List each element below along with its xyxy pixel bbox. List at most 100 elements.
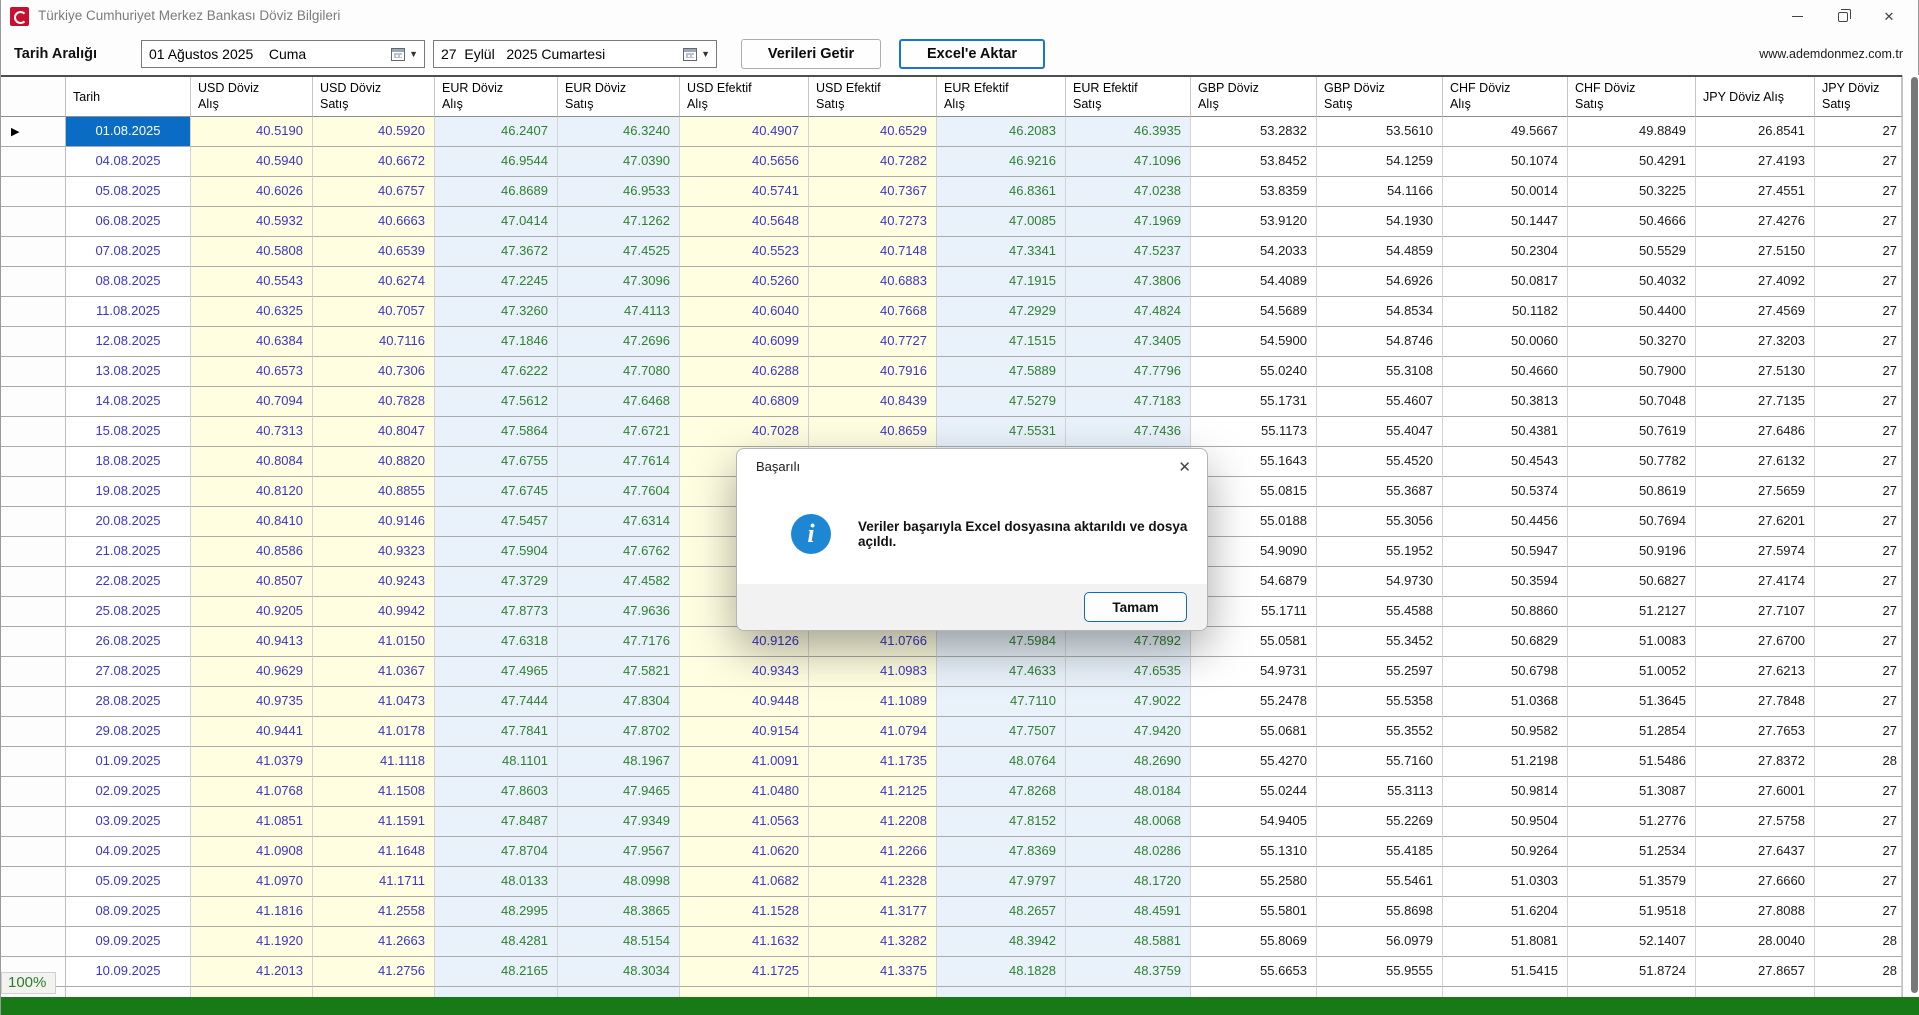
cell-usd_a[interactable]: 40.9441 — [191, 717, 313, 747]
cell-date[interactable]: 19.08.2025 — [66, 477, 191, 507]
cell-jpy_a[interactable]: 27.6132 — [1696, 447, 1815, 477]
cell-jpy_s[interactable]: 27 — [1815, 867, 1902, 897]
cell-usd_a[interactable]: 40.6384 — [191, 327, 313, 357]
cell-date[interactable]: 25.08.2025 — [66, 597, 191, 627]
cell-date[interactable]: 07.08.2025 — [66, 237, 191, 267]
cell-gbp_s[interactable]: 54.8746 — [1317, 327, 1443, 357]
cell-gbp_a[interactable]: 55.6653 — [1191, 957, 1317, 987]
cell-chf_a[interactable]: 51.0368 — [1443, 687, 1568, 717]
row-selector[interactable] — [1, 387, 66, 417]
cell-jpy_a[interactable]: 26.8541 — [1696, 117, 1815, 147]
cell-gbp_a[interactable]: 55.1173 — [1191, 417, 1317, 447]
cell-gbp_s[interactable]: 54.4859 — [1317, 237, 1443, 267]
row-selector[interactable] — [1, 567, 66, 597]
cell-chf_s[interactable]: 50.4400 — [1568, 297, 1696, 327]
col-header-usd_s[interactable]: USD DövizSatış — [313, 77, 435, 117]
cell-usd_ef_s[interactable]: 40.7367 — [809, 177, 937, 207]
row-selector[interactable] — [1, 327, 66, 357]
cell-eur_s[interactable]: 47.9465 — [558, 777, 680, 807]
cell-gbp_a[interactable]: 54.9731 — [1191, 657, 1317, 687]
cell-eur_ef_a[interactable]: 46.8361 — [937, 177, 1066, 207]
col-header-jpy_a[interactable]: JPY Döviz Alış — [1696, 77, 1815, 117]
cell-jpy_s[interactable]: 27 — [1815, 177, 1902, 207]
cell-eur_a[interactable]: 47.8773 — [435, 597, 558, 627]
cell-date[interactable] — [66, 987, 191, 997]
cell-gbp_a[interactable]: 55.0681 — [1191, 717, 1317, 747]
cell-gbp_s[interactable]: 55.3056 — [1317, 507, 1443, 537]
cell-eur_s[interactable]: 47.6314 — [558, 507, 680, 537]
cell-date[interactable]: 08.08.2025 — [66, 267, 191, 297]
cell-usd_ef_a[interactable]: 41.1725 — [680, 957, 809, 987]
cell-jpy_a[interactable]: 27.4551 — [1696, 177, 1815, 207]
row-selector[interactable] — [1, 357, 66, 387]
cell-jpy_s[interactable]: 27 — [1815, 477, 1902, 507]
cell-eur_a[interactable]: 48.2165 — [435, 957, 558, 987]
cell-gbp_a[interactable]: 54.4089 — [1191, 267, 1317, 297]
cell-usd_s[interactable]: 40.7116 — [313, 327, 435, 357]
cell-eur_ef_a[interactable]: 47.8268 — [937, 777, 1066, 807]
cell-usd_a[interactable]: 40.6026 — [191, 177, 313, 207]
cell-eur_s[interactable]: 48.1967 — [558, 747, 680, 777]
cell-eur_ef_a[interactable]: 46.2083 — [937, 117, 1066, 147]
cell-gbp_s[interactable]: 55.8698 — [1317, 897, 1443, 927]
cell-usd_a[interactable]: 40.6573 — [191, 357, 313, 387]
cell-chf_a[interactable]: 51.0303 — [1443, 867, 1568, 897]
cell-gbp_s[interactable]: 55.3108 — [1317, 357, 1443, 387]
cell-date[interactable]: 11.08.2025 — [66, 297, 191, 327]
cell-gbp_s[interactable]: 55.5358 — [1317, 687, 1443, 717]
cell-usd_ef_s[interactable]: 41.1735 — [809, 747, 937, 777]
cell-usd_a[interactable]: 40.8507 — [191, 567, 313, 597]
cell-chf_a[interactable]: 50.6829 — [1443, 627, 1568, 657]
cell-eur_ef_s[interactable]: 48.2690 — [1066, 747, 1191, 777]
cell-eur_ef_s[interactable]: 47.7796 — [1066, 357, 1191, 387]
cell-chf_s[interactable]: 51.5486 — [1568, 747, 1696, 777]
cell-date[interactable]: 05.09.2025 — [66, 867, 191, 897]
cell-gbp_s[interactable]: 55.3113 — [1317, 777, 1443, 807]
cell-usd_ef_a[interactable]: 40.5656 — [680, 147, 809, 177]
cell-eur_a[interactable]: 47.8704 — [435, 837, 558, 867]
col-header-gbp_s[interactable]: GBP DövizSatış — [1317, 77, 1443, 117]
cell-eur_ef_s[interactable]: 47.3405 — [1066, 327, 1191, 357]
cell-gbp_s[interactable]: 55.4047 — [1317, 417, 1443, 447]
cell-usd_ef_a[interactable]: 40.5648 — [680, 207, 809, 237]
cell-chf_a[interactable] — [1443, 987, 1568, 997]
cell-usd_s[interactable]: 41.2756 — [313, 957, 435, 987]
cell-gbp_a[interactable]: 55.0581 — [1191, 627, 1317, 657]
cell-eur_ef_s[interactable]: 47.9022 — [1066, 687, 1191, 717]
col-header-usd_ef_s[interactable]: USD EfektifSatış — [809, 77, 937, 117]
cell-gbp_a[interactable]: 55.0240 — [1191, 357, 1317, 387]
cell-eur_ef_s[interactable]: 48.3759 — [1066, 957, 1191, 987]
cell-gbp_a[interactable]: 55.8069 — [1191, 927, 1317, 957]
cell-gbp_a[interactable]: 53.9120 — [1191, 207, 1317, 237]
minimize-button[interactable] — [1774, 0, 1820, 33]
row-selector[interactable] — [1, 147, 66, 177]
cell-usd_a[interactable]: 41.0851 — [191, 807, 313, 837]
cell-jpy_s[interactable]: 27 — [1815, 327, 1902, 357]
cell-jpy_s[interactable]: 27 — [1815, 117, 1902, 147]
cell-chf_s[interactable]: 50.7900 — [1568, 357, 1696, 387]
cell-eur_a[interactable]: 47.6755 — [435, 447, 558, 477]
cell-eur_ef_a[interactable]: 46.9216 — [937, 147, 1066, 177]
cell-jpy_s[interactable]: 27 — [1815, 567, 1902, 597]
cell-chf_s[interactable]: 50.4291 — [1568, 147, 1696, 177]
row-selector[interactable] — [1, 447, 66, 477]
cell-gbp_s[interactable]: 55.2597 — [1317, 657, 1443, 687]
cell-eur_ef_s[interactable]: 47.5237 — [1066, 237, 1191, 267]
cell-gbp_s[interactable]: 55.9555 — [1317, 957, 1443, 987]
cell-jpy_s[interactable]: 27 — [1815, 387, 1902, 417]
cell-eur_a[interactable]: 47.3729 — [435, 567, 558, 597]
cell-date[interactable]: 04.09.2025 — [66, 837, 191, 867]
row-selector[interactable] — [1, 927, 66, 957]
cell-chf_a[interactable]: 50.1447 — [1443, 207, 1568, 237]
cell-usd_s[interactable]: 40.9146 — [313, 507, 435, 537]
cell-chf_s[interactable]: 52.1407 — [1568, 927, 1696, 957]
cell-chf_s[interactable]: 51.9518 — [1568, 897, 1696, 927]
cell-usd_s[interactable]: 41.0473 — [313, 687, 435, 717]
cell-usd_ef_s[interactable]: 41.3282 — [809, 927, 937, 957]
cell-eur_a[interactable]: 48.2995 — [435, 897, 558, 927]
cell-chf_a[interactable]: 50.6798 — [1443, 657, 1568, 687]
cell-eur_ef_a[interactable]: 47.8152 — [937, 807, 1066, 837]
cell-gbp_a[interactable]: 55.1731 — [1191, 387, 1317, 417]
row-selector[interactable]: ▶ — [1, 117, 66, 147]
cell-jpy_s[interactable]: 27 — [1815, 717, 1902, 747]
